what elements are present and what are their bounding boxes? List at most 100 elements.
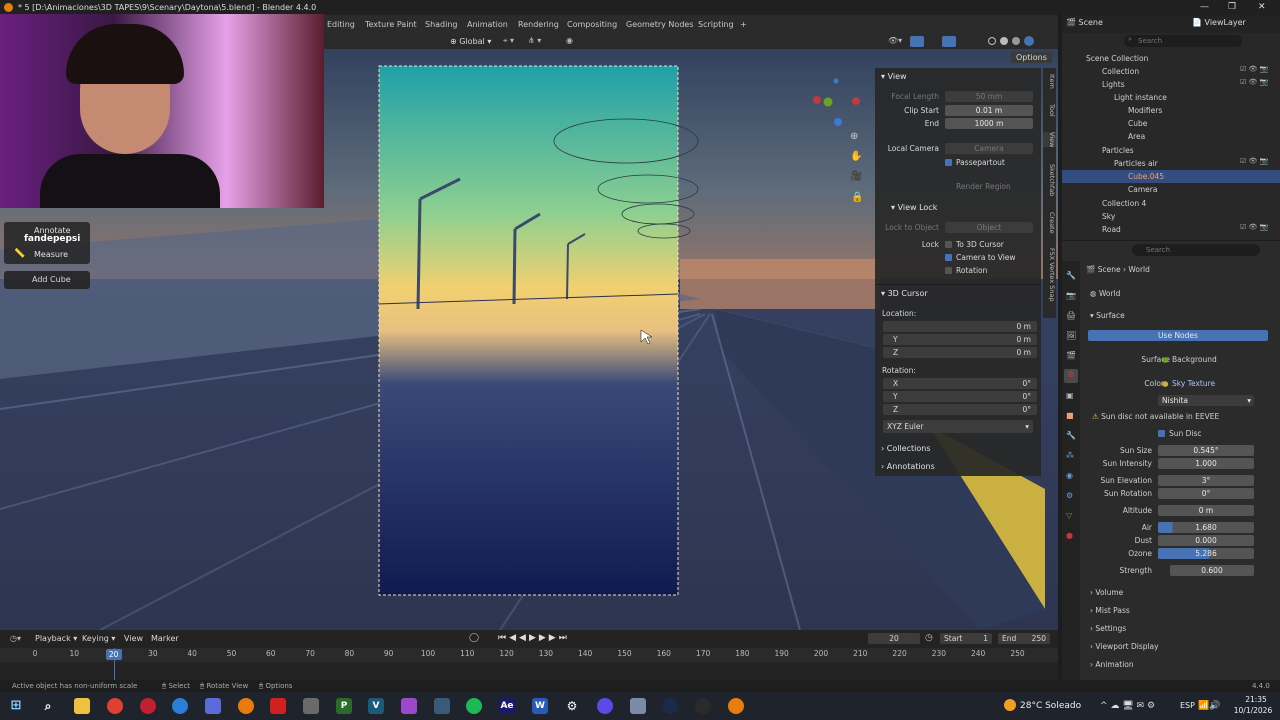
3d-cursor-header[interactable]: ▾ 3D Cursor [875, 287, 1041, 301]
visibility-eye-icon[interactable]: ☑ 👁 📷 [1240, 223, 1270, 231]
collections-header[interactable]: › Collections [875, 442, 1041, 456]
chrome-icon[interactable] [107, 698, 123, 714]
cursor-rot-y-row[interactable]: Y 0° [875, 391, 1041, 403]
camera-view-icon[interactable]: 🎥 [850, 171, 862, 182]
cursor-rot-z-row[interactable]: Z 0° [875, 404, 1041, 416]
cursor-rot-x-row[interactable]: X 0° [875, 378, 1041, 390]
view-section-header[interactable]: ▾ View [875, 70, 1041, 84]
cursor-loc-z-field[interactable]: 0 m [883, 347, 1037, 358]
settings-gear-icon[interactable]: ⚙ [564, 698, 580, 714]
weather-label[interactable]: 28°C Soleado [1020, 701, 1081, 711]
file-explorer-icon[interactable] [74, 698, 90, 714]
orientation-dropdown[interactable]: ⊕ Global ▾ [450, 37, 491, 46]
spotify-icon[interactable] [466, 698, 482, 714]
sun-elevation-field[interactable]: 3° [1158, 475, 1254, 486]
language-label[interactable]: ESP [1180, 701, 1195, 710]
tab-item[interactable]: Item [1043, 74, 1056, 89]
end-frame-field[interactable]: End 250 [998, 633, 1050, 644]
lock-icon[interactable]: 🔒 [851, 192, 863, 203]
playhead-frame-badge[interactable]: 20 [105, 649, 122, 660]
discord-icon[interactable] [597, 698, 613, 714]
tab-view[interactable]: View [1043, 132, 1056, 148]
modifier-tab-icon[interactable]: 🔧 [1066, 431, 1076, 440]
strength-field[interactable]: 0.600 [1170, 565, 1254, 576]
pan-hand-icon[interactable]: ✋ [850, 151, 862, 162]
render-tab-icon[interactable]: 📷 [1066, 291, 1076, 300]
frame-ruler[interactable]: 0 10 20 30 40 50 60 70 80 90 100 110 120 130 140 150 160… [0, 648, 1058, 662]
steam-icon[interactable] [662, 698, 678, 714]
clip-start-field[interactable]: 0.01 m [945, 105, 1033, 116]
cursor-loc-z-row[interactable]: Z 0 m [875, 347, 1041, 359]
tab-scripting[interactable]: Scripting [698, 20, 734, 29]
tab-sketchfab[interactable]: Sketchfab [1043, 164, 1056, 196]
wireframe-shading-icon[interactable] [988, 37, 996, 45]
recorder-icon[interactable] [270, 698, 286, 714]
local-camera-field[interactable]: Camera [945, 143, 1033, 154]
record-icon[interactable]: ◯ [469, 633, 479, 643]
editor-type-icon[interactable]: ◷▾ [10, 634, 21, 643]
outliner-row-light-instance[interactable]: Light instance [1062, 91, 1280, 104]
view-layer-selector[interactable]: 📄 ViewLayer [1192, 18, 1246, 27]
tab-texture-paint[interactable]: Texture Paint [365, 20, 417, 29]
viewport-display-panel-header[interactable]: › Viewport Display [1090, 641, 1159, 653]
gizmo-toggle-icon[interactable] [910, 36, 924, 47]
mist-pass-panel-header[interactable]: › Mist Pass [1090, 605, 1130, 617]
measure-tool[interactable]: Measure [34, 250, 68, 259]
tool-tab-icon[interactable]: 🔧 [1066, 271, 1076, 280]
properties-search-input[interactable]: Search [1132, 244, 1260, 256]
passepartout-row[interactable]: Passepartout [875, 157, 1041, 169]
zoom-icon[interactable]: ⊕ [850, 131, 858, 142]
magnet-icon[interactable]: ⋔ ▾ [528, 36, 541, 45]
last-operator-panel[interactable]: Add Cube [4, 271, 90, 289]
sun-rotation-field[interactable]: 0° [1158, 488, 1254, 499]
view-layer-tab-icon[interactable]: 🖼 [1066, 331, 1076, 340]
cursor-loc-y-field[interactable]: 0 m [883, 334, 1037, 345]
altitude-field[interactable]: 0 m [1158, 505, 1254, 516]
annotations-header[interactable]: › Annotations [875, 460, 1041, 474]
clock-date[interactable]: 10/1/2026 [1228, 706, 1278, 715]
visibility-eye-icon[interactable]: ☑ 👁 📷 [1240, 65, 1270, 73]
tab-geometry-nodes[interactable]: Geometry Nodes [626, 20, 693, 29]
tab-animation[interactable]: Animation [467, 20, 508, 29]
proportional-icon[interactable]: ◉ [566, 36, 573, 45]
pycharm-icon[interactable]: P [336, 698, 352, 714]
cursor-rot-x-field[interactable]: 0° [883, 378, 1037, 389]
focal-length-field[interactable]: 50 mm [945, 91, 1033, 102]
close-icon[interactable]: ✕ [1258, 0, 1266, 15]
keying-menu[interactable]: Keying ▾ [82, 634, 115, 643]
marker-menu[interactable]: Marker [151, 634, 179, 643]
outliner-row-cube-045[interactable]: Cube.045 [1062, 170, 1280, 183]
outliner-row-collection-4[interactable]: Collection 4 [1062, 197, 1280, 210]
render-region-row[interactable]: Render Region [875, 181, 1041, 193]
surface-panel-header[interactable]: ▾ Surface [1090, 310, 1125, 322]
sun-disc-checkbox[interactable]: Sun Disc [1158, 428, 1202, 440]
lock-rotation-row[interactable]: Rotation [875, 265, 1041, 277]
overlay-toggle-icon[interactable] [942, 36, 956, 47]
add-workspace-button[interactable]: + [740, 20, 747, 29]
cursor-rot-z-field[interactable]: 0° [883, 404, 1037, 415]
use-nodes-button[interactable]: Use Nodes [1088, 330, 1268, 341]
lock-rotation-checkbox[interactable] [945, 267, 952, 274]
scene-selector[interactable]: 🎬 Scene [1066, 18, 1103, 27]
outliner-row-scene-collection[interactable]: Scene Collection [1062, 52, 1280, 65]
settings-panel-header[interactable]: › Settings [1090, 623, 1126, 635]
view-lock-header[interactable]: ▾ View Lock [875, 201, 1041, 215]
particles-tab-icon[interactable]: ⁂ [1066, 451, 1074, 460]
outliner-row-particles[interactable]: Particles [1062, 144, 1280, 157]
sun-intensity-field[interactable]: 1.000 [1158, 458, 1254, 469]
maximize-icon[interactable]: ❐ [1228, 0, 1236, 15]
app-icon[interactable] [205, 698, 221, 714]
view-menu[interactable]: View [124, 634, 143, 643]
minimize-icon[interactable]: — [1200, 0, 1209, 15]
tab-shading[interactable]: Shading [425, 20, 458, 29]
windows-start-icon[interactable]: ⊞ [8, 698, 24, 714]
app-icon[interactable] [303, 698, 319, 714]
clock-time[interactable]: 21:35 [1236, 695, 1276, 704]
search-icon[interactable]: ⌕ [40, 698, 56, 714]
playback-menu[interactable]: Playback ▾ [35, 634, 77, 643]
outliner-row-cube[interactable]: Cube [1062, 117, 1280, 130]
output-tab-icon[interactable]: 🖨 [1066, 311, 1076, 320]
world-tab-icon[interactable]: ◍ [1064, 369, 1078, 383]
options-button[interactable]: Options [1011, 52, 1052, 63]
blender-icon[interactable] [238, 698, 254, 714]
